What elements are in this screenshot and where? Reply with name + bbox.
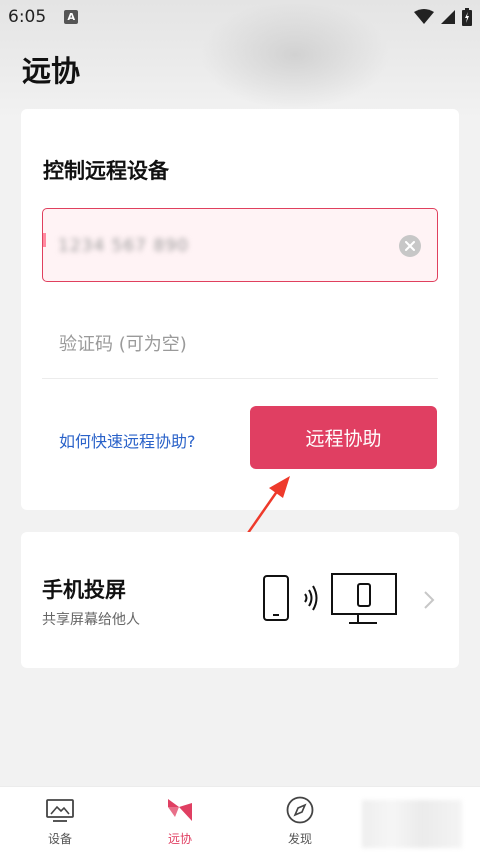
nav-item-remote-assist[interactable]: 远协 [120,787,240,853]
status-indicators [414,8,472,26]
nav-item-discover[interactable]: 发现 [240,787,360,853]
clear-input-button[interactable] [399,235,421,257]
remote-assist-icon [168,799,192,821]
device-icon [46,799,74,822]
close-icon [405,241,415,251]
cast-title: 手机投屏 [42,578,126,602]
chevron-right-icon [424,591,435,609]
device-id-input[interactable]: 1234 567 890 [42,208,438,282]
card-title: 控制远程设备 [43,159,169,183]
battery-icon [462,8,472,26]
notification-badge: A [64,10,79,24]
screen-cast-illustration [263,573,397,624]
blurred-nav-item [362,800,462,848]
verification-code-input[interactable] [42,311,438,379]
device-id-value: 1234 567 890 [58,236,189,256]
nav-label: 发现 [287,832,312,846]
status-bar: 6:05 A [0,0,480,34]
remote-assist-button[interactable]: 远程协助 [250,406,437,469]
status-time: 6:05 [8,7,47,27]
nav-label: 设备 [47,832,72,846]
input-caret [43,233,46,247]
nav-label: 远协 [167,832,192,846]
remote-control-card: 控制远程设备 1234 567 890 如何快速远程协助? 远程协助 [21,109,459,510]
cast-subtitle: 共享屏幕给他人 [42,612,140,628]
wifi-icon [414,9,434,24]
nav-item-devices[interactable]: 设备 [0,787,120,853]
help-link[interactable]: 如何快速远程协助? [59,428,196,452]
screen-cast-card[interactable]: 手机投屏 共享屏幕给他人 [21,532,459,668]
compass-icon [286,796,314,824]
signal-icon [441,10,455,24]
page-title: 远协 [22,54,81,88]
